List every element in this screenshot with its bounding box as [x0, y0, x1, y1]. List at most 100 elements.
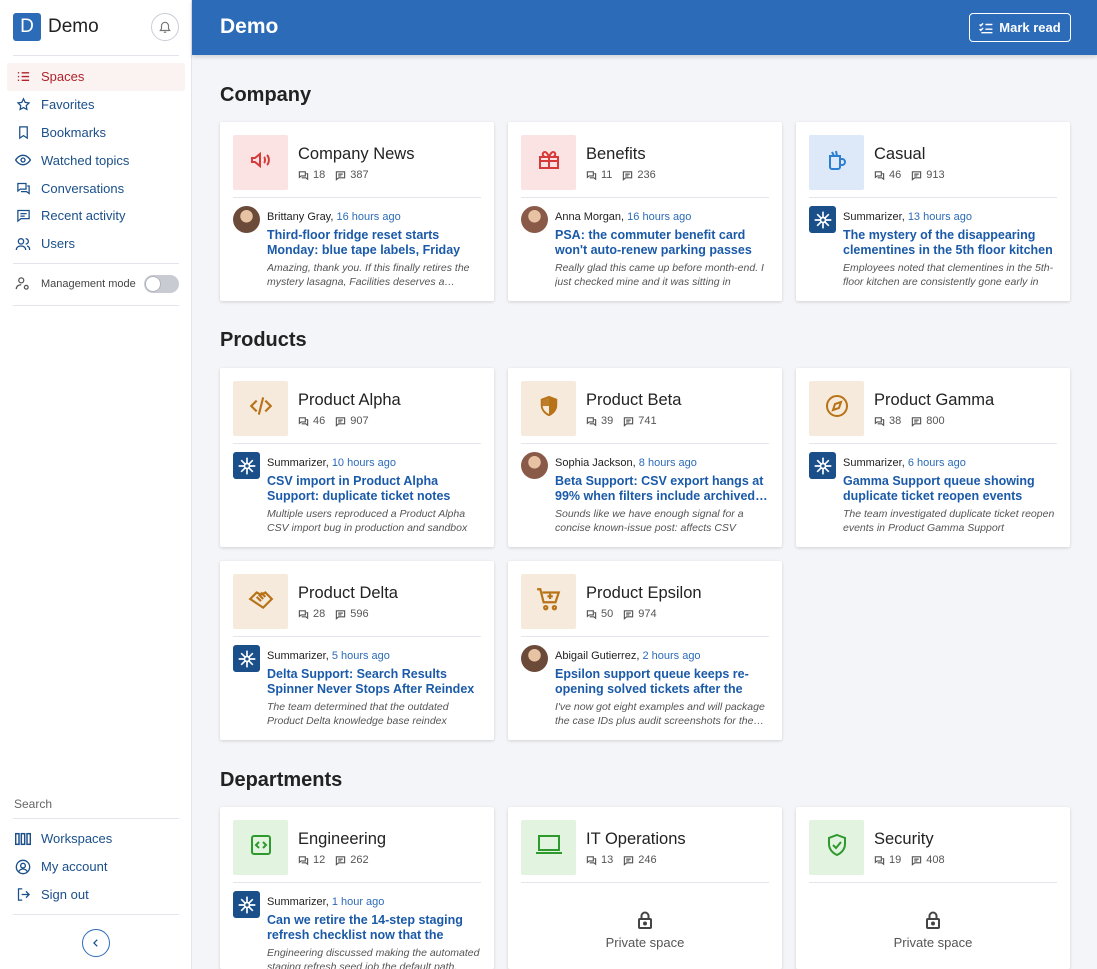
avatar — [521, 206, 548, 233]
posts-icon — [624, 416, 634, 427]
divider — [13, 263, 179, 264]
space-title[interactable]: IT Operations — [586, 830, 686, 849]
sidebar-item-label: Sign out — [41, 886, 89, 902]
sidebar-item-bookmarks[interactable]: Bookmarks — [7, 119, 185, 147]
author-name[interactable]: Summarizer — [843, 211, 902, 223]
author-name[interactable]: Anna Morgan — [555, 211, 621, 223]
space-card-product-delta[interactable]: Product Delta 28 596 Summarizer, 5 hours… — [220, 561, 494, 740]
post-time[interactable]: 2 hours ago — [642, 650, 700, 662]
handshake-icon — [247, 586, 274, 617]
space-title[interactable]: Engineering — [298, 830, 386, 849]
post-title-link[interactable]: Epsilon support queue keeps re-opening s… — [555, 667, 769, 697]
topic-count: 11 — [601, 169, 613, 181]
post-time[interactable]: 13 hours ago — [908, 211, 972, 223]
author-name[interactable]: Summarizer — [267, 650, 326, 662]
space-title[interactable]: Product Delta — [298, 584, 398, 603]
post-time[interactable]: 16 hours ago — [337, 211, 401, 223]
brand-logo: D — [13, 13, 41, 41]
posts-icon — [336, 855, 346, 866]
post-meta: Abigail Gutierrez, 2 hours ago — [555, 650, 701, 662]
user-settings-icon — [15, 276, 31, 292]
author-name[interactable]: Summarizer — [267, 896, 326, 908]
megaphone-icon — [249, 148, 273, 177]
post-time[interactable]: 6 hours ago — [908, 457, 966, 469]
space-icon-tile — [809, 381, 864, 436]
space-title[interactable]: Product Gamma — [874, 391, 994, 410]
topic-count: 12 — [313, 854, 326, 866]
code-icon — [248, 393, 274, 424]
space-title[interactable]: Product Beta — [586, 391, 681, 410]
posts-icon — [336, 609, 346, 620]
star-icon — [15, 97, 31, 113]
post-excerpt: Engineering discussed making the automat… — [267, 947, 480, 969]
sidebar-item-favorites[interactable]: Favorites — [7, 91, 185, 119]
space-title[interactable]: Casual — [874, 145, 925, 164]
posts-icon — [623, 170, 633, 181]
post-title-link[interactable]: Delta Support: Search Results Spinner Ne… — [267, 667, 481, 697]
author-name[interactable]: Brittany Gray — [267, 211, 330, 223]
post-title-link[interactable]: Gamma Support queue showing duplicate ti… — [843, 474, 1057, 504]
space-title[interactable]: Benefits — [586, 145, 646, 164]
mark-read-label: Mark read — [999, 20, 1061, 35]
lock-icon — [926, 911, 940, 929]
post-count: 913 — [926, 169, 945, 181]
sidebar-item-sign-out[interactable]: Sign out — [7, 881, 185, 909]
space-title[interactable]: Product Alpha — [298, 391, 401, 410]
post-time[interactable]: 1 hour ago — [332, 896, 385, 908]
post-title-link[interactable]: Can we retire the 14-step staging refres… — [267, 913, 481, 943]
space-title[interactable]: Product Epsilon — [586, 584, 702, 603]
post-title-link[interactable]: The mystery of the disappearing clementi… — [843, 228, 1057, 258]
topics-icon — [874, 416, 885, 426]
space-card-product-epsilon[interactable]: Product Epsilon 50 974 Abigail Gutierrez… — [508, 561, 782, 740]
brand[interactable]: D Demo — [13, 13, 99, 41]
space-title[interactable]: Security — [874, 830, 934, 849]
post-time[interactable]: 16 hours ago — [627, 211, 691, 223]
post-title-link[interactable]: PSA: the commuter benefit card won't aut… — [555, 228, 769, 258]
post-meta: Summarizer, 5 hours ago — [267, 650, 390, 662]
space-card-security[interactable]: Security 19 408 Private space — [796, 807, 1070, 969]
space-card-product-gamma[interactable]: Product Gamma 38 800 Summarizer, 6 hours… — [796, 368, 1070, 547]
sidebar-item-conversations[interactable]: Conversations — [7, 174, 185, 202]
sidebar-item-my-account[interactable]: My account — [7, 853, 185, 881]
post-time[interactable]: 5 hours ago — [332, 650, 390, 662]
space-card-engineering[interactable]: Engineering 12 262 Summarizer, 1 hour ag… — [220, 807, 494, 969]
mark-read-button[interactable]: Mark read — [969, 13, 1071, 42]
sidebar-item-workspaces[interactable]: Workspaces — [7, 825, 185, 853]
post-excerpt: The team investigated duplicate ticket r… — [843, 508, 1055, 534]
space-card-company-news[interactable]: Company News 18 387 Brittany Gray, 16 ho… — [220, 122, 494, 301]
post-time[interactable]: 8 hours ago — [639, 457, 697, 469]
space-card-casual[interactable]: Casual 46 913 Summarizer, 13 hours ago T… — [796, 122, 1070, 301]
sidebar-item-watched-topics[interactable]: Watched topics — [7, 146, 185, 174]
space-card-product-beta[interactable]: Product Beta 39 741 Sophia Jackson, 8 ho… — [508, 368, 782, 547]
post-meta: Brittany Gray, 16 hours ago — [267, 211, 401, 223]
posts-icon — [912, 855, 922, 866]
search-label[interactable]: Search — [14, 797, 52, 811]
divider — [521, 882, 769, 883]
sidebar-item-recent-activity[interactable]: Recent activity — [7, 202, 185, 230]
sidebar-item-users[interactable]: Users — [7, 230, 185, 258]
space-card-product-alpha[interactable]: Product Alpha 46 907 Summarizer, 10 hour… — [220, 368, 494, 547]
sidebar-item-spaces[interactable]: Spaces — [7, 63, 185, 91]
notifications-button[interactable] — [151, 13, 179, 41]
shield-half-icon — [538, 395, 560, 422]
author-name[interactable]: Sophia Jackson — [555, 457, 633, 469]
avatar — [521, 452, 548, 479]
divider — [233, 443, 481, 444]
post-count: 741 — [638, 415, 657, 427]
author-name[interactable]: Summarizer — [843, 457, 902, 469]
lock-icon — [638, 911, 652, 929]
space-card-it-operations[interactable]: IT Operations 13 246 Private space — [508, 807, 782, 969]
post-time[interactable]: 10 hours ago — [332, 457, 396, 469]
top-header: Demo Mark read — [192, 0, 1097, 55]
private-space-notice: Private space — [508, 911, 782, 950]
collapse-sidebar-button[interactable] — [82, 929, 110, 957]
author-name[interactable]: Summarizer — [267, 457, 326, 469]
post-title-link[interactable]: Third-floor fridge reset starts Monday: … — [267, 228, 481, 258]
space-title[interactable]: Company News — [298, 145, 414, 164]
space-card-benefits[interactable]: Benefits 11 236 Anna Morgan, 16 hours ag… — [508, 122, 782, 301]
post-title-link[interactable]: Beta Support: CSV export hangs at 99% wh… — [555, 474, 769, 504]
author-name[interactable]: Abigail Gutierrez — [555, 650, 636, 662]
post-title-link[interactable]: CSV import in Product Alpha Support: dup… — [267, 474, 481, 504]
posts-icon — [336, 170, 346, 181]
management-mode-toggle[interactable] — [144, 275, 179, 293]
